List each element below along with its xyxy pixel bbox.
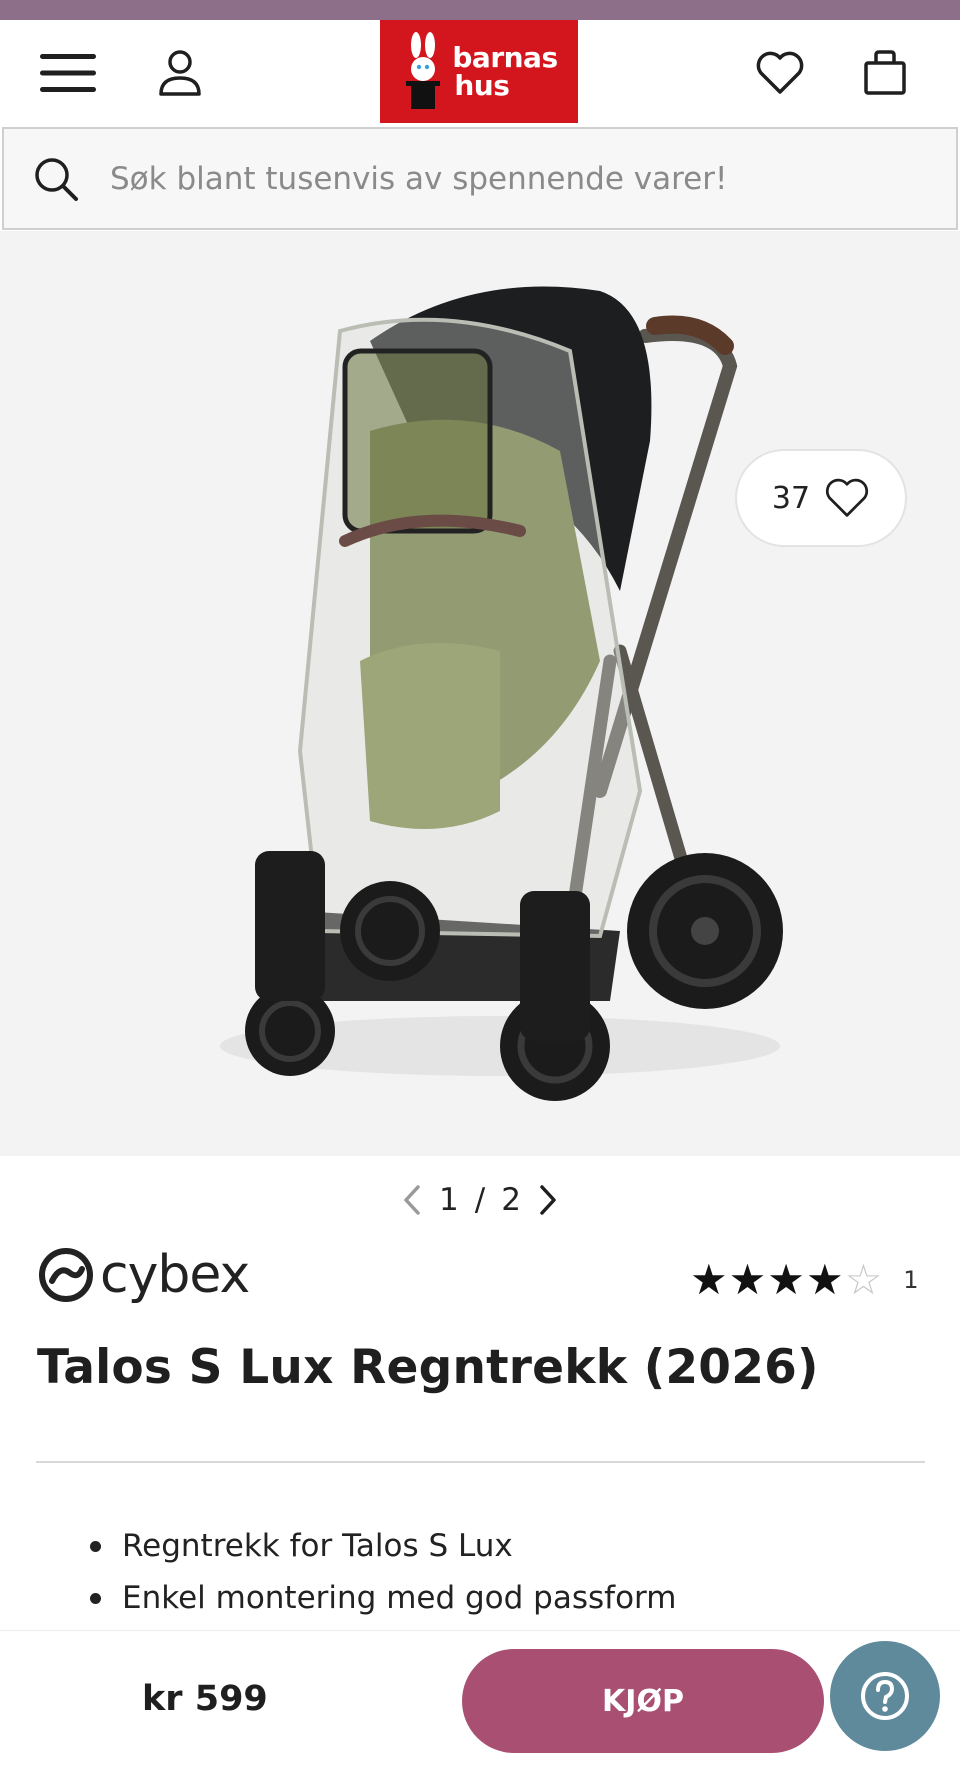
rating-star-empty: ☆ bbox=[844, 1255, 884, 1304]
search-bar[interactable] bbox=[2, 127, 958, 230]
stroller-product-image bbox=[220, 286, 783, 1101]
rear-right-wheel bbox=[627, 853, 783, 1009]
wishlist-button[interactable] bbox=[740, 20, 820, 126]
search-icon[interactable] bbox=[30, 153, 82, 205]
rating-stars: ★★★★☆ bbox=[690, 1255, 884, 1304]
rabbit-hat-logo-icon bbox=[406, 31, 441, 109]
section-divider bbox=[36, 1461, 925, 1463]
brand-name: cybex bbox=[100, 1245, 250, 1305]
pager-current: 1 bbox=[439, 1182, 459, 1218]
brand-logo[interactable]: cybex bbox=[38, 1245, 250, 1305]
help-button[interactable] bbox=[830, 1641, 940, 1751]
logo-text-line2: hus bbox=[454, 68, 510, 102]
barnas-hus-logo[interactable]: barnas hus bbox=[380, 20, 578, 123]
user-icon bbox=[159, 50, 201, 96]
search-input[interactable] bbox=[110, 160, 890, 197]
favorite-count-button[interactable]: 37 bbox=[735, 449, 907, 547]
account-button[interactable] bbox=[140, 20, 220, 126]
heart-outline-icon bbox=[826, 478, 869, 517]
product-image-gallery[interactable]: 37 bbox=[0, 231, 960, 1156]
pager-separator: / bbox=[474, 1182, 486, 1218]
product-rating[interactable]: ★★★★☆ 1 bbox=[690, 1255, 919, 1304]
logo-text-line1: barnas bbox=[452, 40, 558, 74]
site-header: barnas hus bbox=[0, 20, 960, 126]
heart-icon bbox=[756, 51, 804, 94]
cart-button[interactable] bbox=[845, 20, 925, 126]
shopping-bag-icon bbox=[864, 50, 906, 95]
product-price: kr 599 bbox=[142, 1679, 268, 1719]
sticky-buy-bar: kr 599 KJØP bbox=[0, 1630, 960, 1776]
favorite-count: 37 bbox=[771, 480, 811, 516]
question-icon bbox=[861, 1672, 909, 1720]
feature-item: Enkel montering med god passform bbox=[80, 1572, 676, 1624]
buy-button[interactable]: KJØP bbox=[462, 1649, 824, 1753]
chevron-left-icon[interactable] bbox=[401, 1184, 423, 1216]
hamburger-menu-icon bbox=[40, 54, 96, 92]
pager-total: 2 bbox=[501, 1182, 521, 1218]
cybex-logo-icon bbox=[39, 1248, 93, 1302]
product-title: Talos S Lux Regntrekk (2026) bbox=[37, 1340, 819, 1395]
image-pager: 1 / 2 bbox=[0, 1170, 960, 1230]
top-status-strip bbox=[0, 0, 960, 20]
feature-item: Regntrekk for Talos S Lux bbox=[80, 1520, 676, 1572]
menu-button[interactable] bbox=[28, 20, 108, 126]
rating-count: 1 bbox=[903, 1265, 919, 1294]
feature-list: Regntrekk for Talos S Lux Enkel monterin… bbox=[80, 1520, 676, 1624]
chevron-right-icon[interactable] bbox=[537, 1184, 559, 1216]
